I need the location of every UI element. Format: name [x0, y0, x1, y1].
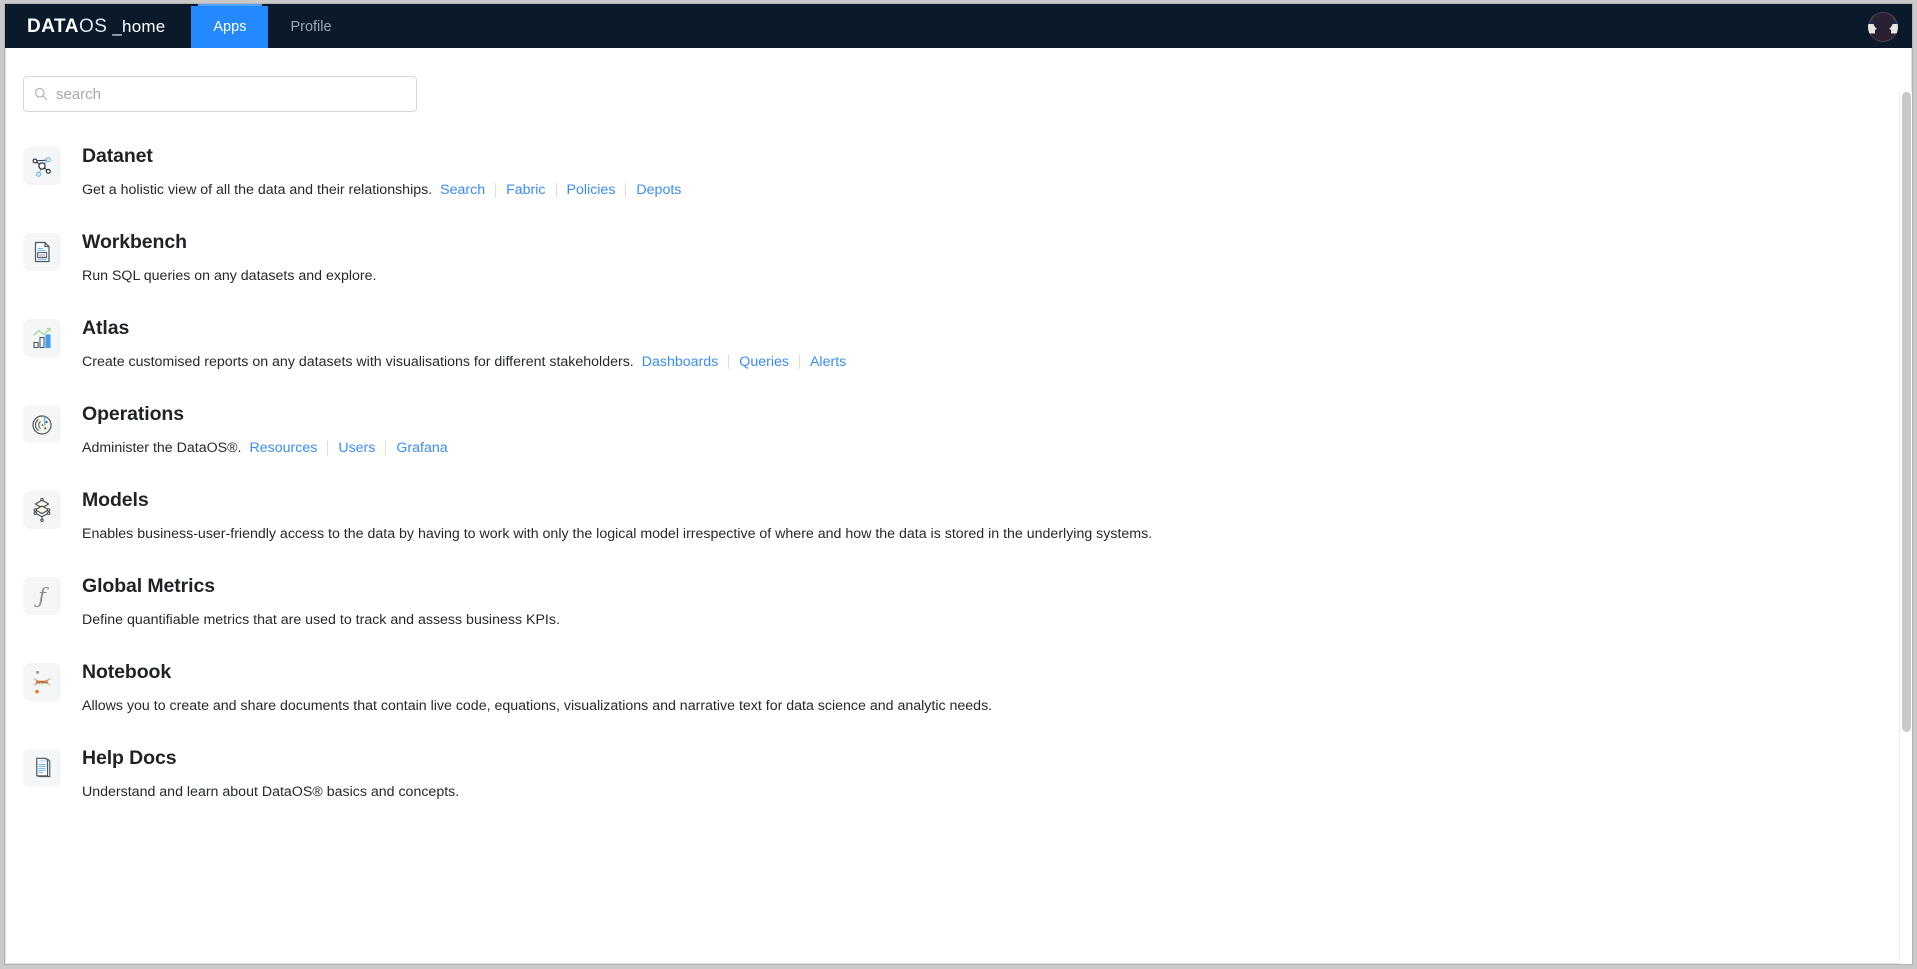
app-description-text: Understand and learn about DataOS® basic…	[82, 784, 460, 800]
function-f-icon: ƒ	[23, 577, 61, 615]
link-operations-users[interactable]: Users	[328, 438, 385, 458]
app-description-text: Administer the DataOS®.	[82, 440, 242, 456]
brand-home-text: _home	[112, 17, 166, 36]
vertical-scrollbar[interactable]	[1899, 92, 1912, 964]
app-body-datanet: Datanet Get a holistic view of all the d…	[82, 143, 691, 200]
jupyter-icon: jupyter	[23, 663, 61, 701]
app-body-workbench: Workbench Run SQL queries on any dataset…	[82, 229, 376, 286]
app-desc-datanet: Get a holistic view of all the data and …	[82, 180, 691, 200]
app-description-text: Get a holistic view of all the data and …	[82, 182, 433, 198]
app-title-atlas: Atlas	[82, 317, 130, 339]
tab-apps[interactable]: Apps	[191, 6, 269, 48]
app-description-text: Create customised reports on any dataset…	[82, 354, 634, 370]
user-avatar[interactable]	[1868, 12, 1898, 42]
app-row-help-docs[interactable]: HELP Help Docs Understand and learn abou…	[5, 732, 1912, 818]
bar-chart-icon	[23, 319, 61, 357]
app-links-operations: Resources Users Grafana	[250, 438, 458, 458]
brand-data-text: DATA	[27, 16, 79, 37]
app-description-text: Allows you to create and share documents…	[82, 698, 993, 714]
svg-text:SQL: SQL	[38, 254, 45, 258]
app-links-datanet: Search Fabric Policies Depots	[440, 180, 691, 200]
app-description-text: Enables business-user-friendly access to…	[82, 526, 1153, 542]
link-datanet-search[interactable]: Search	[440, 180, 495, 200]
app-row-notebook[interactable]: jupyter Notebook Allows you to create an…	[5, 646, 1912, 732]
app-title-operations: Operations	[82, 403, 184, 425]
app-links-atlas: Dashboards Queries Alerts	[642, 352, 856, 372]
app-row-global-metrics[interactable]: ƒ Global Metrics Define quantifiable met…	[5, 560, 1912, 646]
app-list: Datanet Get a holistic view of all the d…	[5, 130, 1912, 818]
help-document-icon: HELP	[23, 749, 61, 787]
app-description-text: Define quantifiable metrics that are use…	[82, 612, 560, 628]
app-description-text: Run SQL queries on any datasets and expl…	[82, 268, 377, 284]
app-body-atlas: Atlas Create customised reports on any d…	[82, 315, 856, 372]
browser-window: DATA OS _home Apps Profile search Datane…	[4, 3, 1913, 965]
app-title-datanet: Datanet	[82, 145, 153, 167]
app-desc-models: Enables business-user-friendly access to…	[82, 524, 1152, 544]
top-navigation-bar: DATA OS _home Apps Profile	[5, 4, 1912, 48]
link-operations-resources[interactable]: Resources	[250, 438, 328, 458]
svg-text:jupyter: jupyter	[35, 679, 49, 684]
tab-profile-label: Profile	[290, 19, 332, 35]
app-desc-notebook: Allows you to create and share documents…	[82, 696, 992, 716]
app-row-datanet[interactable]: Datanet Get a holistic view of all the d…	[5, 130, 1912, 216]
app-body-operations: Operations Administer the DataOS®. Resou…	[82, 401, 458, 458]
search-icon	[34, 87, 48, 101]
app-row-workbench[interactable]: SQL Workbench Run SQL queries on any dat…	[5, 216, 1912, 302]
app-title-help-docs: Help Docs	[82, 747, 177, 769]
app-title-workbench: Workbench	[82, 231, 187, 253]
brand-logo[interactable]: DATA OS _home	[5, 6, 191, 48]
app-title-notebook: Notebook	[82, 661, 172, 683]
sql-document-icon: SQL	[23, 233, 61, 271]
layered-diamond-icon	[23, 491, 61, 529]
network-graph-icon	[23, 147, 61, 185]
link-atlas-queries[interactable]: Queries	[729, 352, 799, 372]
app-desc-help-docs: Understand and learn about DataOS® basic…	[82, 782, 459, 802]
link-atlas-alerts[interactable]: Alerts	[800, 352, 856, 372]
link-atlas-dashboards[interactable]: Dashboards	[642, 352, 729, 372]
search-input[interactable]	[56, 85, 406, 103]
app-body-help-docs: Help Docs Understand and learn about Dat…	[82, 745, 459, 802]
link-operations-grafana[interactable]: Grafana	[386, 438, 457, 458]
app-desc-atlas: Create customised reports on any dataset…	[82, 352, 856, 372]
link-datanet-fabric[interactable]: Fabric	[496, 180, 555, 200]
app-body-notebook: Notebook Allows you to create and share …	[82, 659, 992, 716]
app-body-global-metrics: Global Metrics Define quantifiable metri…	[82, 573, 560, 630]
radar-icon	[23, 405, 61, 443]
link-datanet-depots[interactable]: Depots	[626, 180, 691, 200]
app-row-atlas[interactable]: Atlas Create customised reports on any d…	[5, 302, 1912, 388]
app-body-models: Models Enables business-user-friendly ac…	[82, 487, 1152, 544]
tab-profile[interactable]: Profile	[268, 6, 353, 48]
main-content: Datanet Get a holistic view of all the d…	[5, 48, 1912, 964]
app-desc-workbench: Run SQL queries on any datasets and expl…	[82, 266, 376, 286]
tab-apps-label: Apps	[213, 19, 247, 35]
search-bar[interactable]	[23, 76, 417, 112]
function-symbol: ƒ	[38, 583, 46, 608]
app-desc-operations: Administer the DataOS®. Resources Users …	[82, 438, 458, 458]
app-row-models[interactable]: Models Enables business-user-friendly ac…	[5, 474, 1912, 560]
app-row-operations[interactable]: Operations Administer the DataOS®. Resou…	[5, 388, 1912, 474]
app-desc-global-metrics: Define quantifiable metrics that are use…	[82, 610, 560, 630]
scrollbar-thumb[interactable]	[1902, 92, 1911, 732]
link-datanet-policies[interactable]: Policies	[557, 180, 626, 200]
brand-os-text: OS	[78, 16, 108, 37]
app-title-models: Models	[82, 489, 149, 511]
svg-text:HELP: HELP	[40, 759, 48, 763]
app-title-global-metrics: Global Metrics	[82, 575, 215, 597]
